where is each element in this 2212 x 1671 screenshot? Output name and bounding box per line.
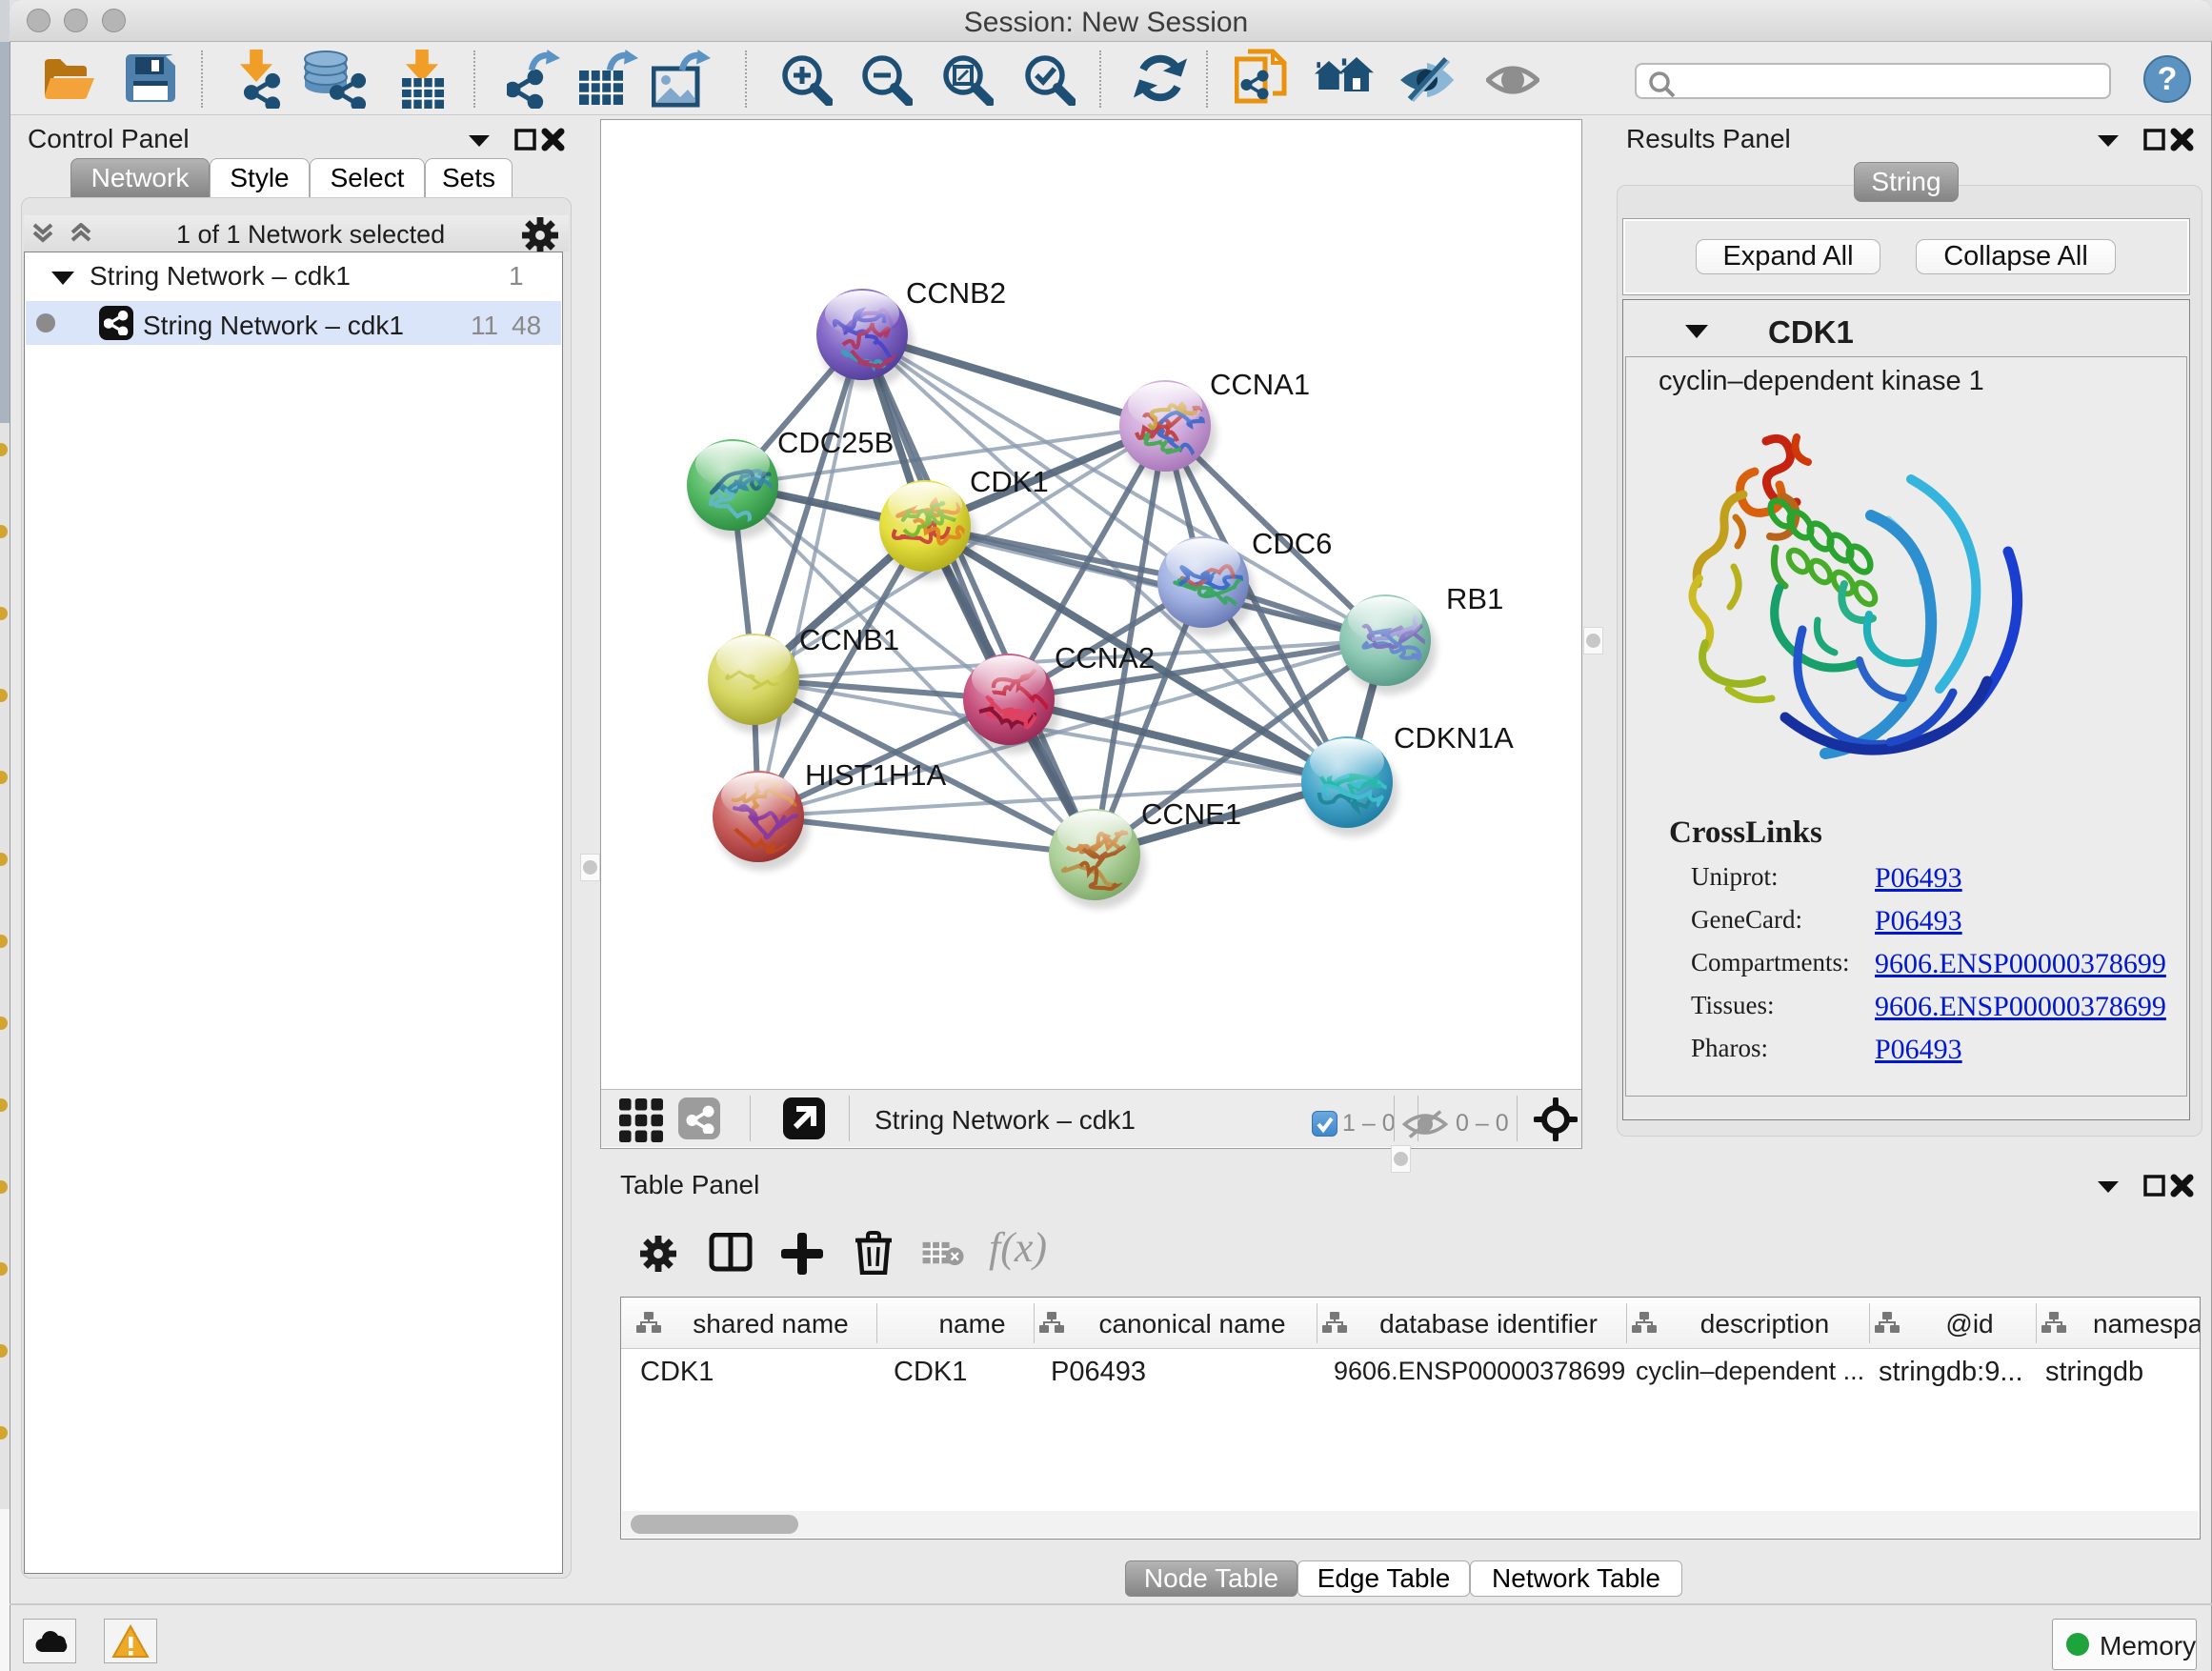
- svg-text:HIST1H1A: HIST1H1A: [805, 758, 946, 792]
- svg-text:CCNA2: CCNA2: [1055, 641, 1155, 674]
- svg-text:RB1: RB1: [1446, 582, 1503, 615]
- svg-text:CCNE1: CCNE1: [1141, 797, 1241, 831]
- svg-text:CCNB2: CCNB2: [906, 276, 1006, 310]
- svg-text:CCNA1: CCNA1: [1210, 368, 1310, 401]
- svg-text:CDKN1A: CDKN1A: [1394, 721, 1514, 755]
- svg-text:CCNB1: CCNB1: [799, 623, 899, 656]
- svg-text:CDC25B: CDC25B: [777, 426, 894, 459]
- svg-text:CDC6: CDC6: [1252, 527, 1332, 560]
- svg-text:CDK1: CDK1: [970, 465, 1049, 498]
